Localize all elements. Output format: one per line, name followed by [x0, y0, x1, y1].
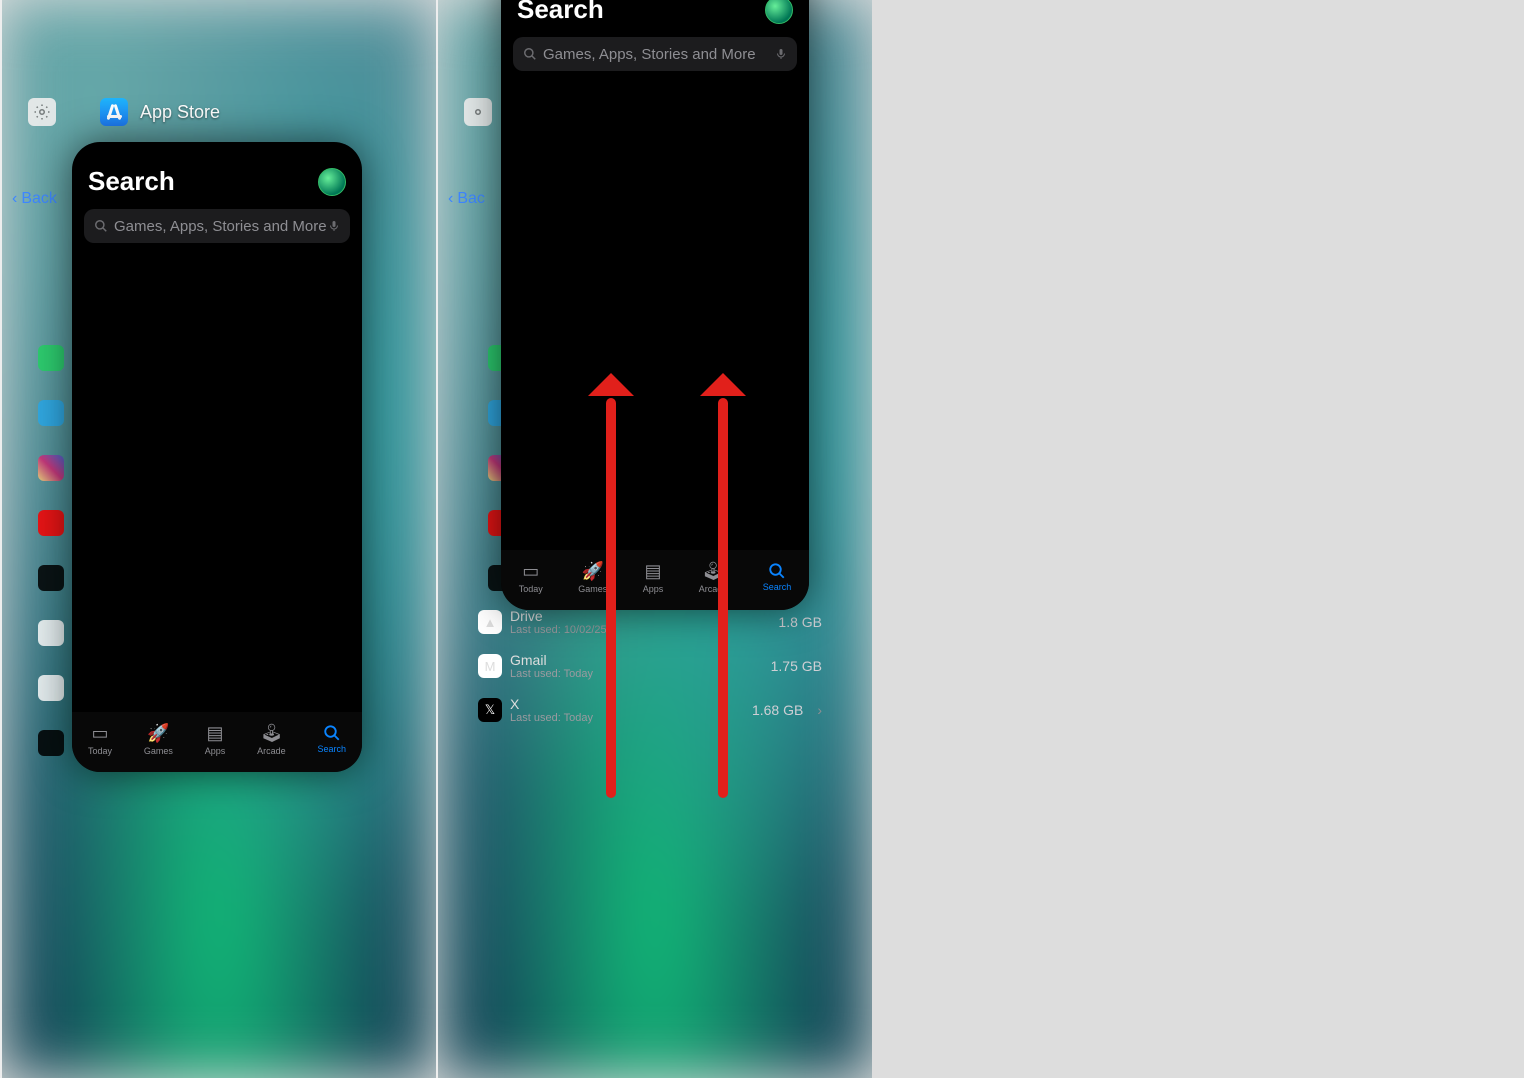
- tab-today[interactable]: ▭Today: [88, 723, 112, 756]
- settings-icon: [28, 98, 56, 126]
- back-link[interactable]: ‹ Bac: [448, 190, 485, 208]
- appstore-title: Search: [88, 166, 175, 197]
- card-title-appstore: App Store: [100, 98, 220, 126]
- search-icon: [94, 219, 108, 233]
- storage-row[interactable]: M Gmail Last used: Today 1.75 GB: [478, 644, 822, 688]
- chevron-left-icon: ‹: [12, 190, 17, 208]
- swipe-up-arrow: [718, 398, 728, 798]
- back-label: Bac: [457, 190, 485, 208]
- tab-games[interactable]: 🚀Games: [578, 561, 607, 594]
- card-title-label: App Store: [140, 102, 220, 123]
- panel-app-switcher-1: App Store ‹ Back W T I Y A D G X Search …: [0, 0, 436, 1078]
- panel-app-switcher-2: ‹ Bac ▲ Drive Last used: 10/02/25 1.8 GB…: [436, 0, 872, 1078]
- appstore-tabbar: ▭Today 🚀Games ▤Apps 🕹Arcade Search: [72, 712, 362, 772]
- card-title-settings: [464, 98, 492, 126]
- x-icon: 𝕏: [478, 698, 502, 722]
- tab-apps[interactable]: ▤Apps: [205, 723, 226, 756]
- mic-icon[interactable]: [775, 46, 787, 62]
- account-avatar[interactable]: [318, 168, 346, 196]
- tab-games[interactable]: 🚀Games: [144, 723, 173, 756]
- storage-list: ▲ Drive Last used: 10/02/25 1.8 GB M Gma…: [478, 600, 822, 732]
- appstore-icon: [100, 98, 128, 126]
- swipe-up-arrow: [606, 398, 616, 798]
- account-avatar[interactable]: [765, 0, 793, 24]
- settings-icon: [464, 98, 492, 126]
- chevron-left-icon: ‹: [448, 190, 453, 208]
- storage-row[interactable]: 𝕏 X Last used: Today 1.68 GB ›: [478, 688, 822, 732]
- chevron-right-icon: ›: [817, 702, 822, 718]
- tab-today[interactable]: ▭Today: [519, 561, 543, 594]
- tab-arcade[interactable]: 🕹Arcade: [257, 723, 286, 756]
- tab-search[interactable]: Search: [763, 562, 792, 592]
- card-title-settings: [28, 98, 56, 126]
- mic-icon[interactable]: [328, 218, 340, 234]
- back-label: Back: [21, 190, 57, 208]
- appstore-card-swiping[interactable]: Search Games, Apps, Stories and More ▭To…: [501, 0, 809, 610]
- search-input[interactable]: Games, Apps, Stories and More: [84, 209, 350, 243]
- drive-icon: ▲: [478, 610, 502, 634]
- tab-search[interactable]: Search: [318, 724, 347, 754]
- back-link[interactable]: ‹ Back: [12, 190, 57, 208]
- tab-apps[interactable]: ▤Apps: [643, 561, 664, 594]
- gmail-icon: M: [478, 654, 502, 678]
- search-input[interactable]: Games, Apps, Stories and More: [513, 37, 797, 71]
- search-placeholder: Games, Apps, Stories and More: [114, 218, 327, 235]
- appstore-title: Search: [517, 0, 604, 25]
- search-icon: [523, 47, 537, 61]
- search-placeholder: Games, Apps, Stories and More: [543, 46, 756, 63]
- appstore-tabbar: ▭Today 🚀Games ▤Apps 🕹Arcade Search: [501, 550, 809, 610]
- appstore-card[interactable]: Search Games, Apps, Stories and More ▭To…: [72, 142, 362, 772]
